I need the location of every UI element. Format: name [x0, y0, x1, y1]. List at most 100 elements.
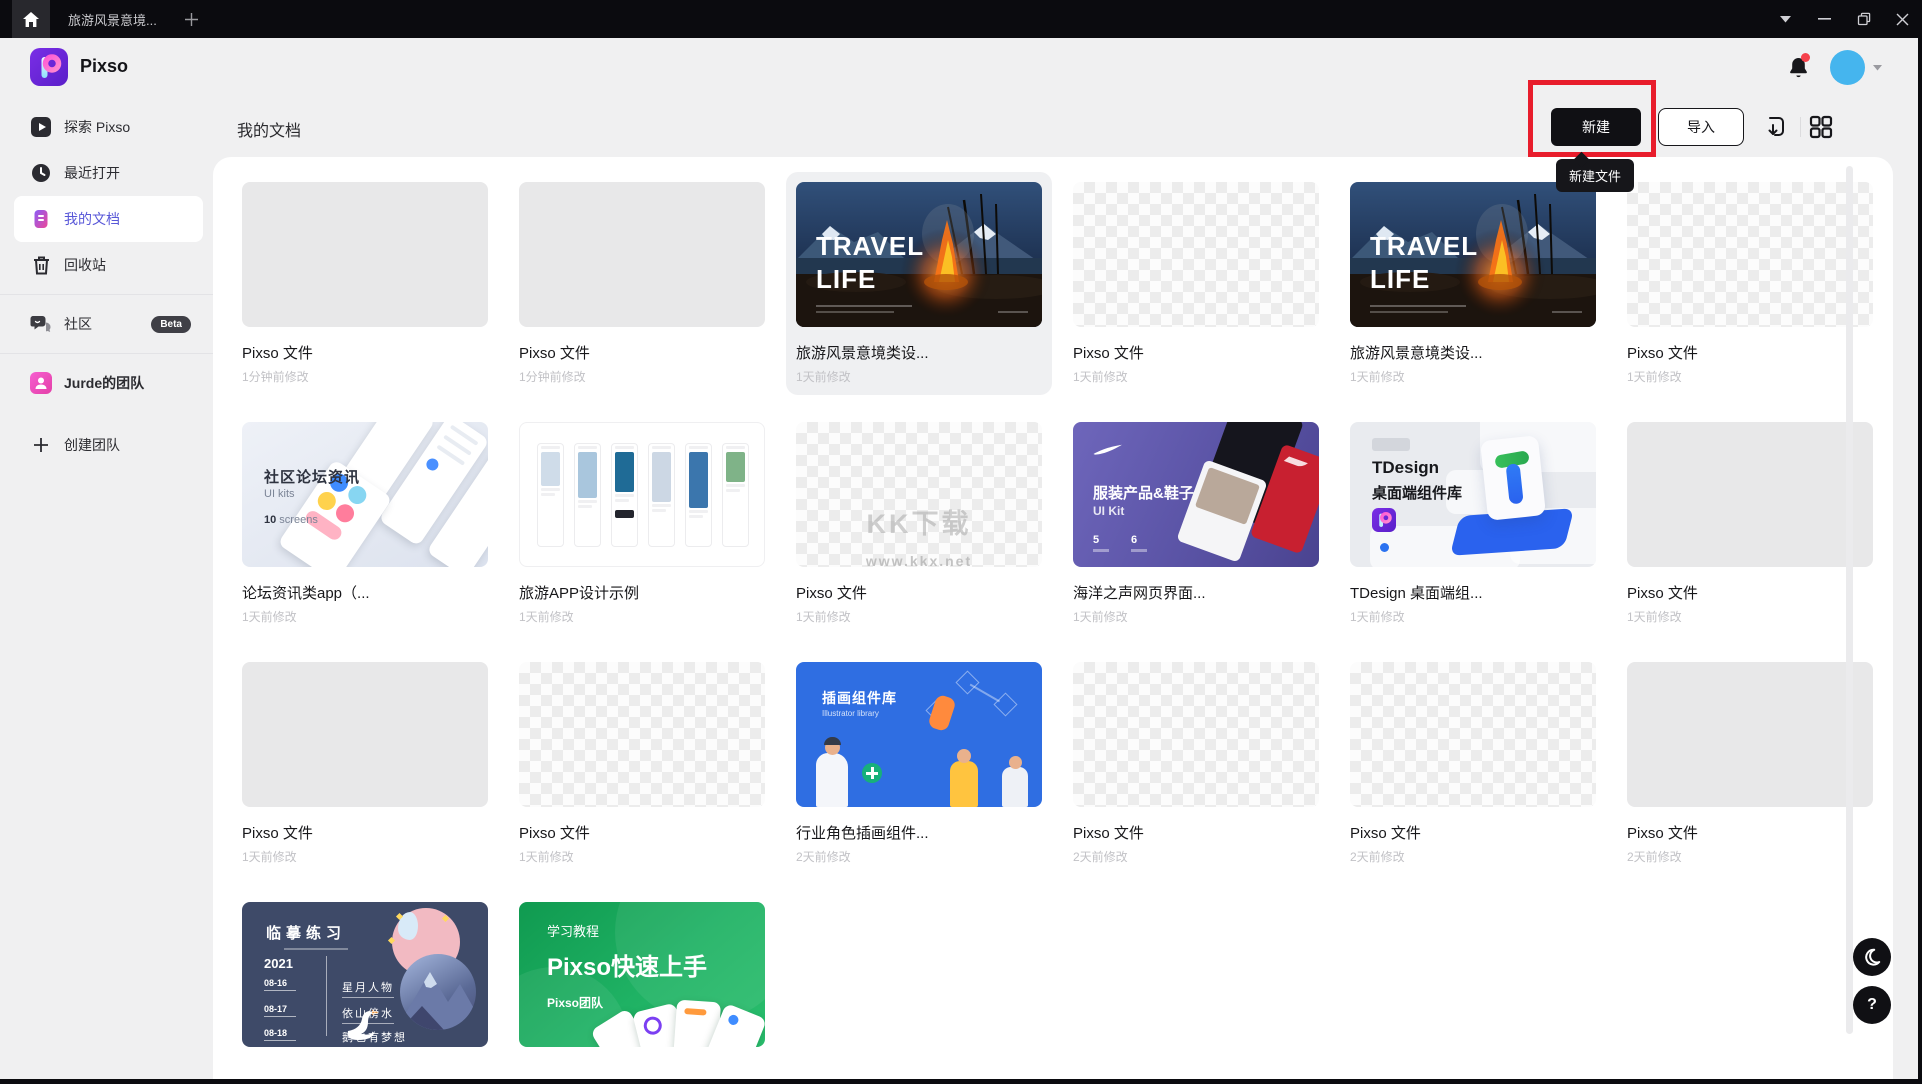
restore-icon — [1857, 12, 1871, 26]
file-thumbnail: 服装产品&鞋子UI Kit56 — [1073, 422, 1319, 567]
phone-line — [578, 505, 592, 508]
cross-h — [866, 772, 878, 775]
figure-white-body — [1002, 767, 1028, 807]
window-bottom-border — [0, 1079, 1922, 1084]
window-restore-button[interactable] — [1844, 0, 1883, 38]
watermark-url-text: www.kkx.net — [796, 553, 1042, 569]
copywork-entry-date: 08-17 — [264, 1004, 296, 1017]
file-card[interactable]: Pixso 文件1分钟前修改 — [519, 182, 765, 385]
window-close-button[interactable] — [1883, 0, 1922, 38]
new-file-button-label: 新建 — [1582, 117, 1610, 137]
file-card[interactable]: Pixso 文件1分钟前修改 — [242, 182, 488, 385]
swoosh-mini — [1284, 456, 1308, 467]
file-card[interactable]: Pixso 文件1天前修改 — [1627, 182, 1873, 385]
file-grid: Pixso 文件1分钟前修改Pixso 文件1分钟前修改 TRAVELLIFE旅… — [242, 182, 1873, 1047]
theme-toggle-button[interactable] — [1853, 938, 1891, 976]
tdesign-subtitle-text: 桌面端组件库 — [1372, 482, 1462, 503]
caption-bar — [816, 305, 912, 307]
watermark-logo-text: KK下载 — [796, 502, 1042, 541]
file-name: Pixso 文件 — [1350, 822, 1596, 843]
sidebar-item-create-team[interactable]: 创建团队 — [14, 422, 203, 468]
document-icon — [30, 209, 52, 229]
phone-screen — [722, 443, 749, 547]
grid-view-icon[interactable] — [1808, 114, 1834, 140]
file-modified-time: 1天前修改 — [1627, 368, 1873, 385]
phone-line — [689, 510, 708, 513]
color-dot — [333, 501, 358, 526]
new-file-button[interactable]: 新建 — [1551, 108, 1641, 146]
figure-white-head — [1009, 756, 1022, 769]
product-photo — [1195, 467, 1260, 525]
file-card[interactable]: Pixso 文件1天前修改 — [242, 662, 488, 865]
account-menu-caret-icon[interactable] — [1873, 65, 1882, 71]
file-card[interactable]: TRAVELLIFE旅游风景意境类设...1天前修改 — [1350, 182, 1596, 385]
help-button[interactable]: ? — [1853, 986, 1891, 1024]
file-modified-time: 1天前修改 — [1073, 368, 1319, 385]
active-tab-title[interactable]: 旅游风景意境... — [68, 10, 157, 29]
file-card[interactable]: KK下载www.kkx.netPixso 文件1天前修改 — [796, 422, 1042, 625]
travel-title-line: LIFE — [1370, 263, 1478, 296]
sidebar: 探索 Pixso 最近打开 我的文档 回收站 社区 Beta Jurde的团队 — [0, 104, 213, 468]
scrollbar-thumb[interactable] — [1846, 166, 1853, 1034]
phone-image — [541, 452, 560, 486]
file-thumbnail: 学习教程Pixso快速上手Pixso团队 — [519, 902, 765, 1047]
tutorial-title-text: Pixso快速上手 — [547, 947, 707, 982]
ball-art — [1380, 543, 1389, 552]
user-avatar[interactable] — [1830, 50, 1865, 85]
file-card[interactable]: 社区论坛资讯UI kits10 screens论坛资讯类app（...1天前修改 — [242, 422, 488, 625]
file-name: 旅游风景意境类设... — [1350, 342, 1596, 363]
file-card[interactable]: Pixso 文件1天前修改 — [1073, 182, 1319, 385]
version-badge — [1372, 438, 1410, 451]
file-thumbnail: 插画组件库Illustrator library — [796, 662, 1042, 807]
file-card[interactable]: Pixso 文件1天前修改 — [1627, 422, 1873, 625]
copywork-caption-bar — [284, 948, 348, 950]
file-thumbnail — [1627, 662, 1873, 807]
flow-square — [955, 670, 979, 694]
file-card[interactable]: Pixso 文件1天前修改 — [519, 662, 765, 865]
illustration-title-text: 插画组件库 — [822, 688, 897, 708]
file-modified-time: 1天前修改 — [242, 608, 488, 625]
uikit-screens-text: 10 screens — [264, 514, 318, 526]
file-card[interactable]: 插画组件库Illustrator library行业角色插画组件...2天前修改 — [796, 662, 1042, 865]
file-name: 旅游风景意境类设... — [796, 342, 1042, 363]
sidebar-item-explore[interactable]: 探索 Pixso — [14, 104, 203, 150]
file-card[interactable]: 临摹练习202108-16星月人物08-17依山傍水08-18鹅也有梦想 — [242, 902, 488, 1047]
plus-icon — [30, 436, 52, 454]
sidebar-item-recent[interactable]: 最近打开 — [14, 150, 203, 196]
home-tab-button[interactable] — [12, 0, 50, 38]
sidebar-item-trash[interactable]: 回收站 — [14, 242, 203, 288]
phone-button — [615, 510, 634, 518]
file-modified-time: 1天前修改 — [242, 848, 488, 865]
t-vertical-bar — [1506, 463, 1524, 504]
file-thumbnail — [1073, 662, 1319, 807]
notification-dot — [1801, 53, 1810, 62]
sidebar-item-my-documents[interactable]: 我的文档 — [14, 196, 203, 242]
file-card[interactable]: 旅游APP设计示例1天前修改 — [519, 422, 765, 625]
team-avatar-icon — [30, 372, 52, 394]
sidebar-item-community[interactable]: 社区 Beta — [14, 301, 203, 347]
import-to-desktop-icon[interactable] — [1762, 114, 1788, 140]
file-card[interactable]: Pixso 文件2天前修改 — [1350, 662, 1596, 865]
file-card[interactable]: 服装产品&鞋子UI Kit56海洋之声网页界面...1天前修改 — [1073, 422, 1319, 625]
clock-icon — [30, 163, 52, 183]
file-card[interactable]: Pixso 文件2天前修改 — [1627, 662, 1873, 865]
file-card[interactable]: Pixso 文件2天前修改 — [1073, 662, 1319, 865]
file-card[interactable]: TRAVELLIFE旅游风景意境类设...1天前修改 — [786, 172, 1052, 395]
new-tab-button[interactable] — [185, 13, 198, 26]
home-icon — [23, 12, 39, 27]
nike-swoosh-icon — [1093, 444, 1123, 456]
fan-dot — [642, 1015, 664, 1037]
file-thumbnail — [242, 662, 488, 807]
file-card[interactable]: TDesign桌面端组件库 TDesign 桌面端组...1天前修改 — [1350, 422, 1596, 625]
phone-dot — [424, 456, 441, 473]
window-menu-button[interactable] — [1766, 0, 1805, 38]
file-modified-time: 2天前修改 — [1627, 848, 1873, 865]
flow-square — [993, 692, 1017, 716]
sidebar-item-team-jurde[interactable]: Jurde的团队 — [14, 360, 203, 406]
file-modified-time: 1天前修改 — [1350, 608, 1596, 625]
phone-line — [726, 489, 740, 492]
file-card[interactable]: 学习教程Pixso快速上手Pixso团队 — [519, 902, 765, 1047]
window-minimize-button[interactable] — [1805, 0, 1844, 38]
file-thumbnail — [519, 662, 765, 807]
import-button[interactable]: 导入 — [1658, 108, 1744, 146]
